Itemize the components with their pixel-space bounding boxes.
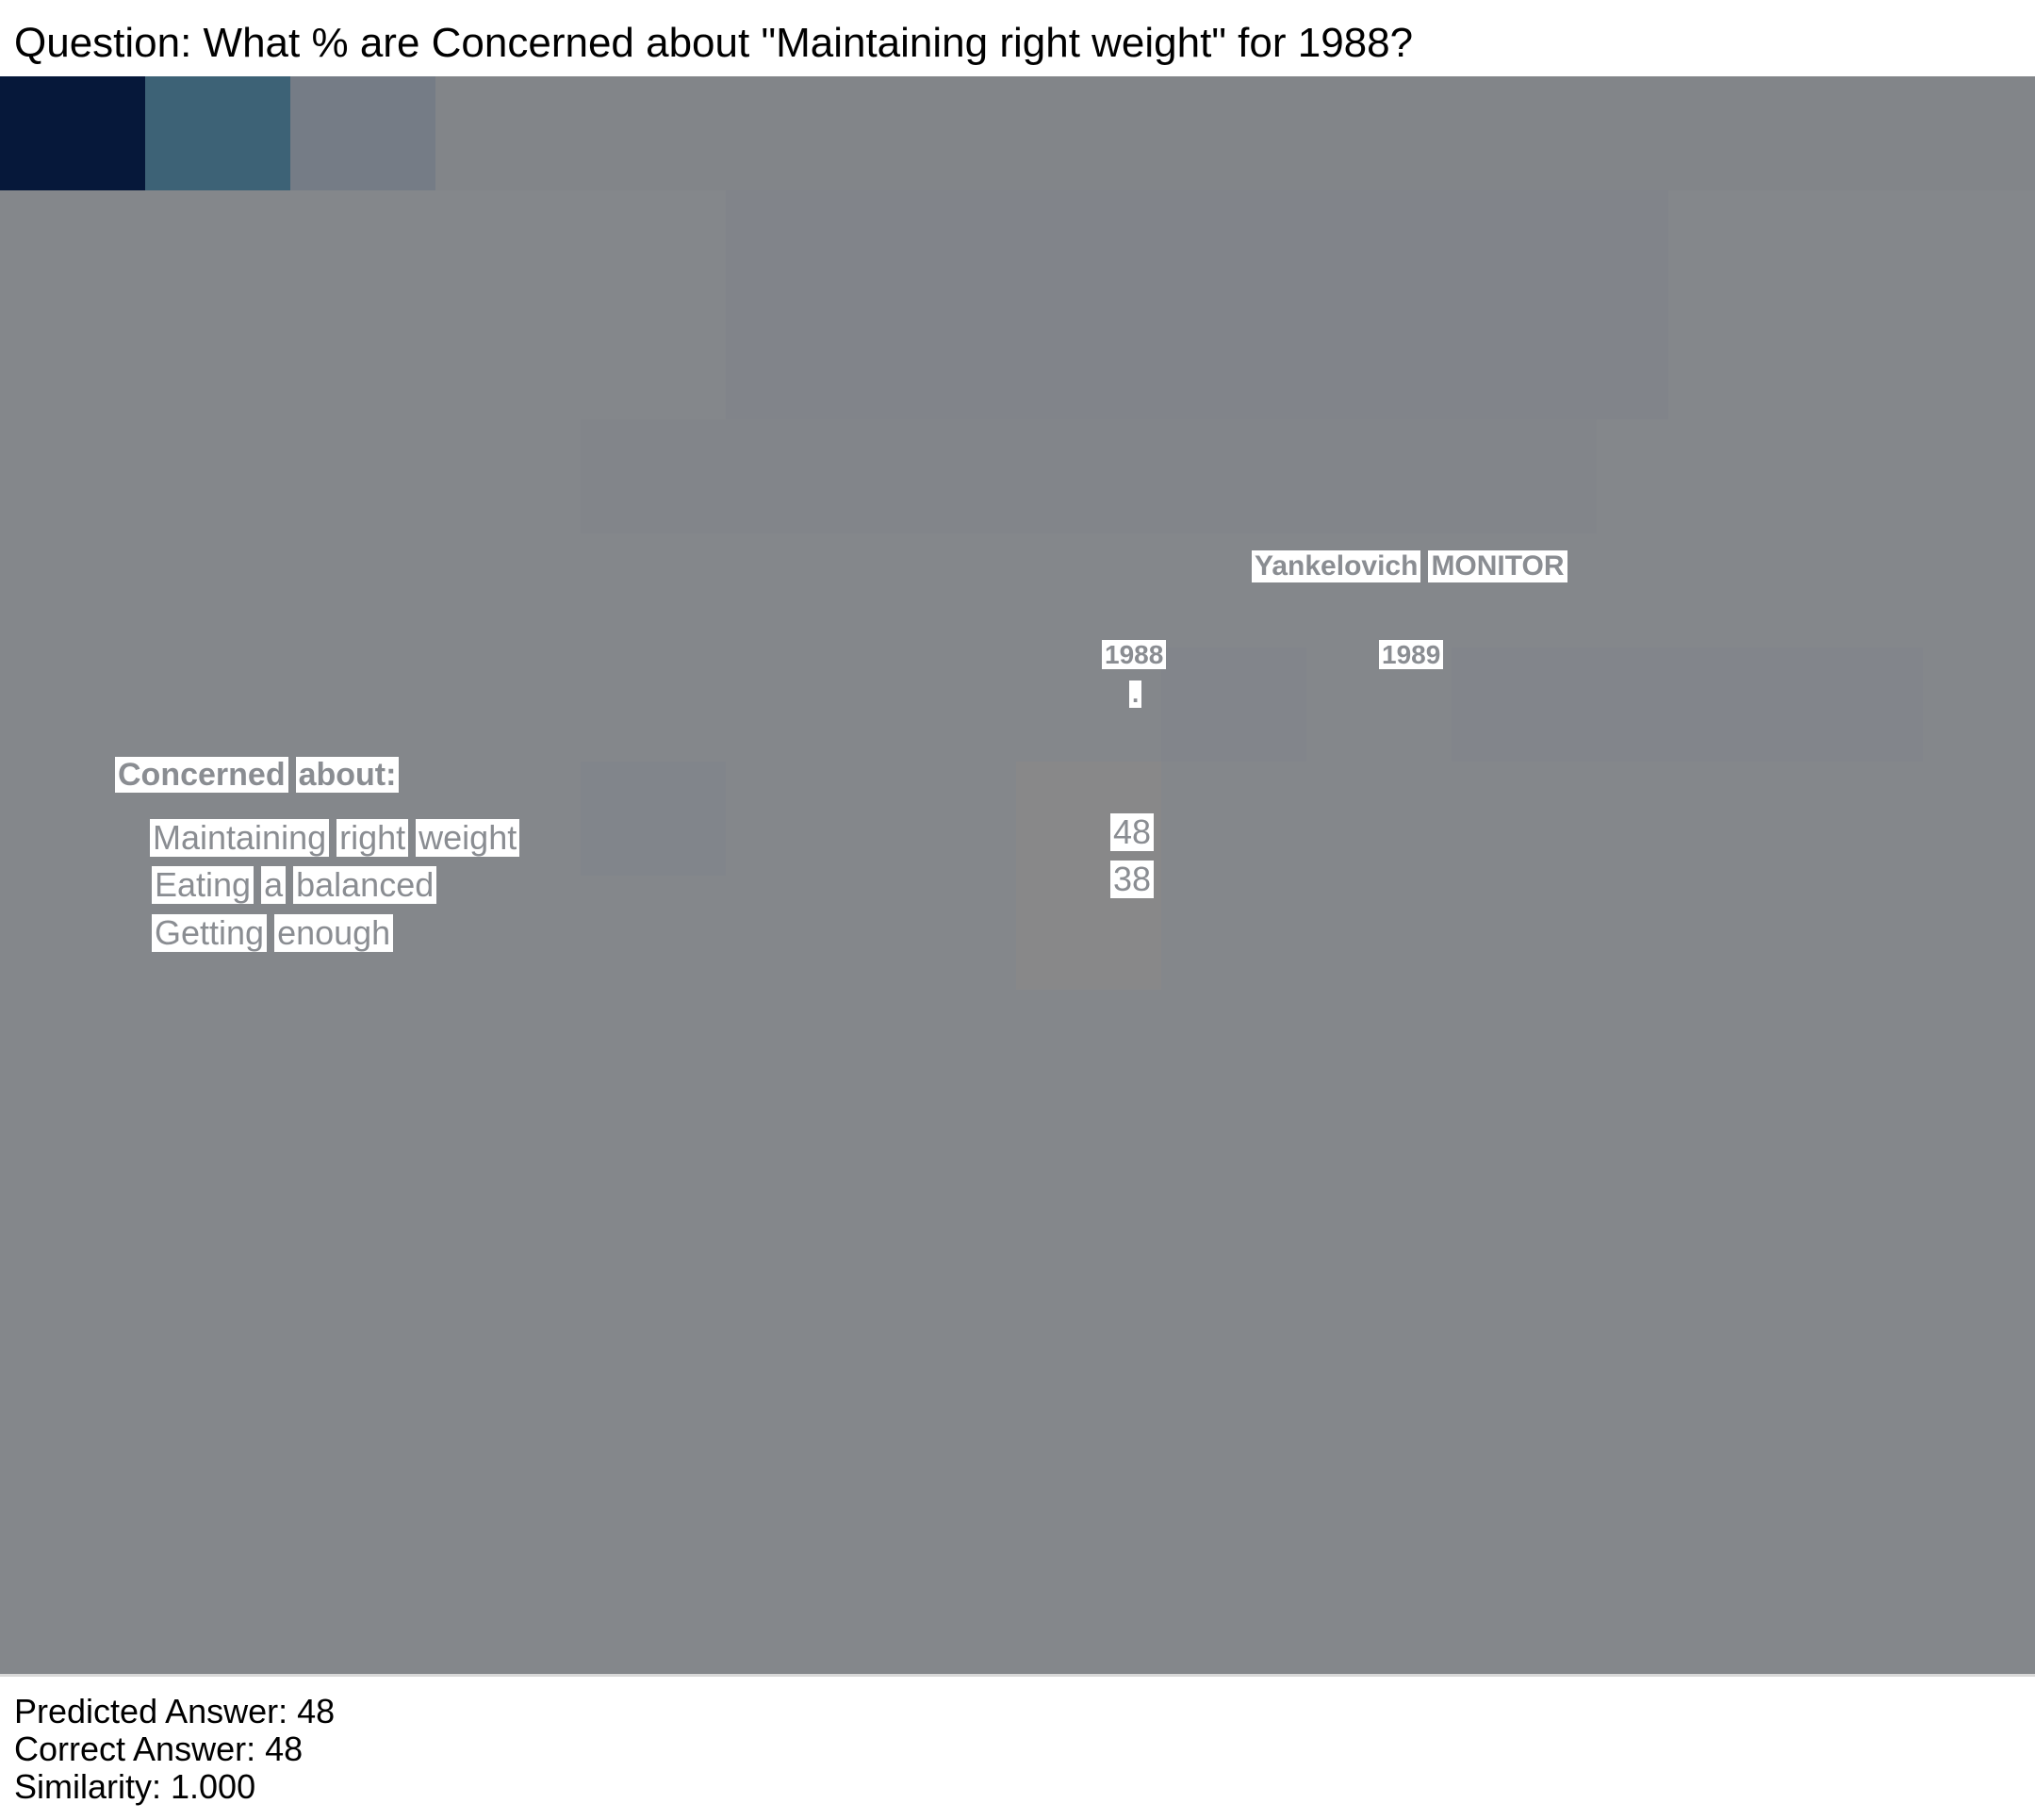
item-label: Getting enough xyxy=(152,913,394,953)
color-swatch-3 xyxy=(290,76,435,190)
correct-answer: Correct Answer: 48 xyxy=(14,1730,304,1768)
item-value-1988: 38 xyxy=(1110,860,1155,899)
item-label: Eating a balanced xyxy=(152,865,437,905)
fragment-mark: . xyxy=(1129,680,1142,709)
header-word: MONITOR xyxy=(1428,550,1567,582)
year-1988-header: 1988 xyxy=(1102,640,1167,670)
header-word: Yankelovich xyxy=(1252,550,1421,582)
footer-divider xyxy=(0,1674,2035,1677)
source-header: Yankelovich MONITOR xyxy=(1252,550,1567,582)
color-swatch-1 xyxy=(0,76,145,190)
question-text: Question: What % are Concerned about "Ma… xyxy=(14,20,1414,66)
item-label: Maintaining right weight xyxy=(150,818,520,858)
evaluation-footer: Predicted Answer: 48 Correct Answer: 48 … xyxy=(14,1693,335,1806)
predicted-answer: Predicted Answer: 48 xyxy=(14,1692,336,1730)
year-1989-header: 1989 xyxy=(1379,640,1444,670)
color-swatch-2 xyxy=(145,76,290,190)
section-heading: Concerned about: xyxy=(115,757,400,794)
item-value-1988: 48 xyxy=(1110,812,1155,852)
document-image: Yankelovich MONITOR 1988 1989 . Concerne… xyxy=(0,76,2035,1674)
similarity-score: Similarity: 1.000 xyxy=(14,1767,256,1806)
